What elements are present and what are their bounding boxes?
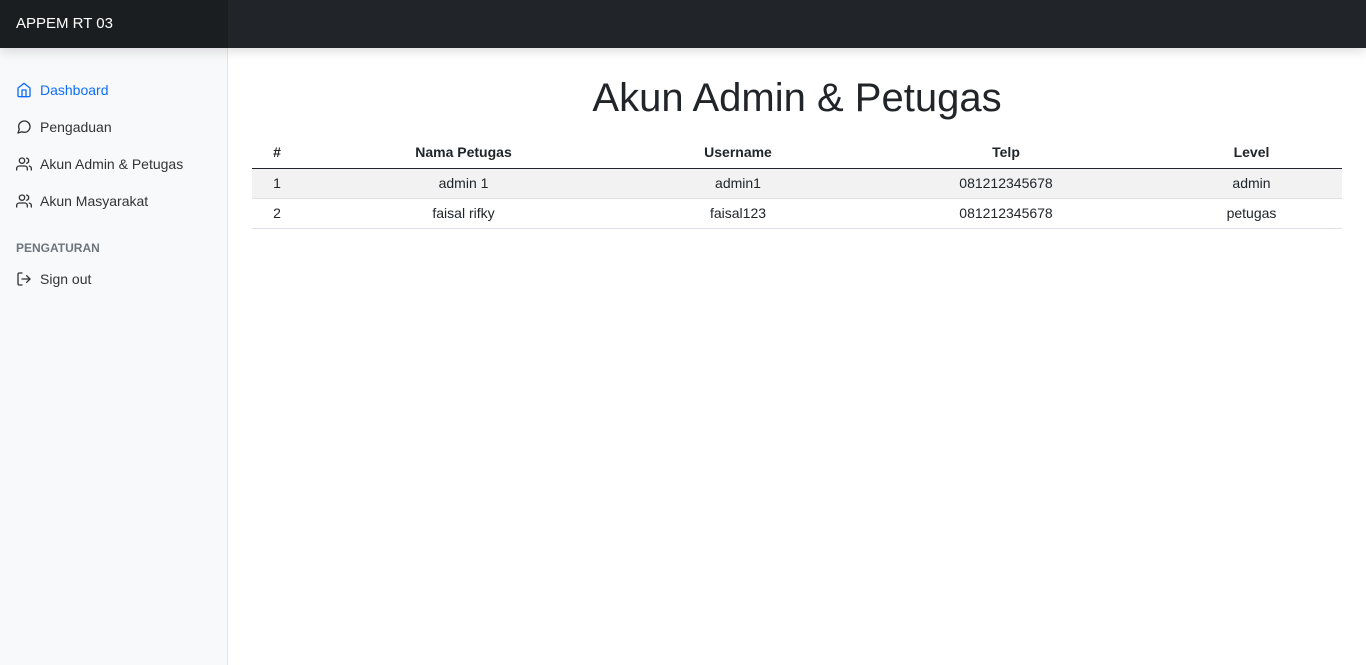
users-icon bbox=[16, 156, 32, 172]
users-icon bbox=[16, 193, 32, 209]
column-header-nama-petugas: Nama Petugas bbox=[302, 137, 625, 169]
sidebar-nav: Dashboard Pengaduan Akun Admin & Petugas… bbox=[0, 48, 227, 219]
cell-nama-petugas: admin 1 bbox=[302, 168, 625, 199]
sidebar-item-akun-masyarakat[interactable]: Akun Masyarakat bbox=[0, 182, 227, 219]
column-header-number: # bbox=[252, 137, 302, 169]
section-heading-pengaturan: PENGATURAN bbox=[16, 241, 100, 255]
sidebar-item-pengaduan[interactable]: Pengaduan bbox=[0, 108, 227, 145]
table-row: 2 faisal rifky faisal123 081212345678 pe… bbox=[252, 198, 1342, 229]
cell-telp: 081212345678 bbox=[851, 168, 1161, 199]
sidebar-item-label: Sign out bbox=[40, 270, 92, 287]
home-icon bbox=[16, 82, 32, 98]
message-circle-icon bbox=[16, 119, 32, 135]
cell-telp: 081212345678 bbox=[851, 198, 1161, 229]
cell-username: admin1 bbox=[625, 168, 851, 199]
sidebar-settings-nav: Sign out bbox=[0, 258, 227, 297]
main-content: Akun Admin & Petugas # Nama Petugas User… bbox=[228, 48, 1366, 665]
cell-nama-petugas: faisal rifky bbox=[302, 198, 625, 229]
cell-level: admin bbox=[1161, 168, 1342, 199]
top-navbar: APPEM RT 03 bbox=[0, 0, 1366, 48]
column-header-username: Username bbox=[625, 137, 851, 169]
log-out-icon bbox=[16, 271, 32, 287]
page-title: Akun Admin & Petugas bbox=[592, 76, 1002, 120]
sidebar-item-sign-out[interactable]: Sign out bbox=[0, 260, 227, 297]
brand-link[interactable]: APPEM RT 03 bbox=[0, 0, 228, 48]
cell-number: 2 bbox=[252, 198, 302, 229]
petugas-table: # Nama Petugas Username Telp Level 1 adm… bbox=[252, 137, 1342, 229]
sidebar-item-label: Dashboard bbox=[40, 81, 109, 98]
column-header-telp: Telp bbox=[851, 137, 1161, 169]
sidebar-item-akun-admin-petugas[interactable]: Akun Admin & Petugas bbox=[0, 145, 227, 182]
sidebar: Dashboard Pengaduan Akun Admin & Petugas… bbox=[0, 48, 228, 665]
table-body: 1 admin 1 admin1 081212345678 admin 2 fa… bbox=[252, 168, 1342, 229]
cell-level: petugas bbox=[1161, 198, 1342, 229]
sidebar-item-dashboard[interactable]: Dashboard bbox=[0, 71, 227, 108]
table-header-row: # Nama Petugas Username Telp Level bbox=[252, 137, 1342, 169]
cell-number: 1 bbox=[252, 168, 302, 199]
table-header: # Nama Petugas Username Telp Level bbox=[252, 137, 1342, 169]
sidebar-item-label: Akun Admin & Petugas bbox=[40, 155, 184, 172]
sidebar-item-label: Pengaduan bbox=[40, 118, 112, 135]
cell-username: faisal123 bbox=[625, 198, 851, 229]
column-header-level: Level bbox=[1161, 137, 1342, 169]
table-row: 1 admin 1 admin1 081212345678 admin bbox=[252, 168, 1342, 199]
sidebar-item-label: Akun Masyarakat bbox=[40, 192, 149, 209]
